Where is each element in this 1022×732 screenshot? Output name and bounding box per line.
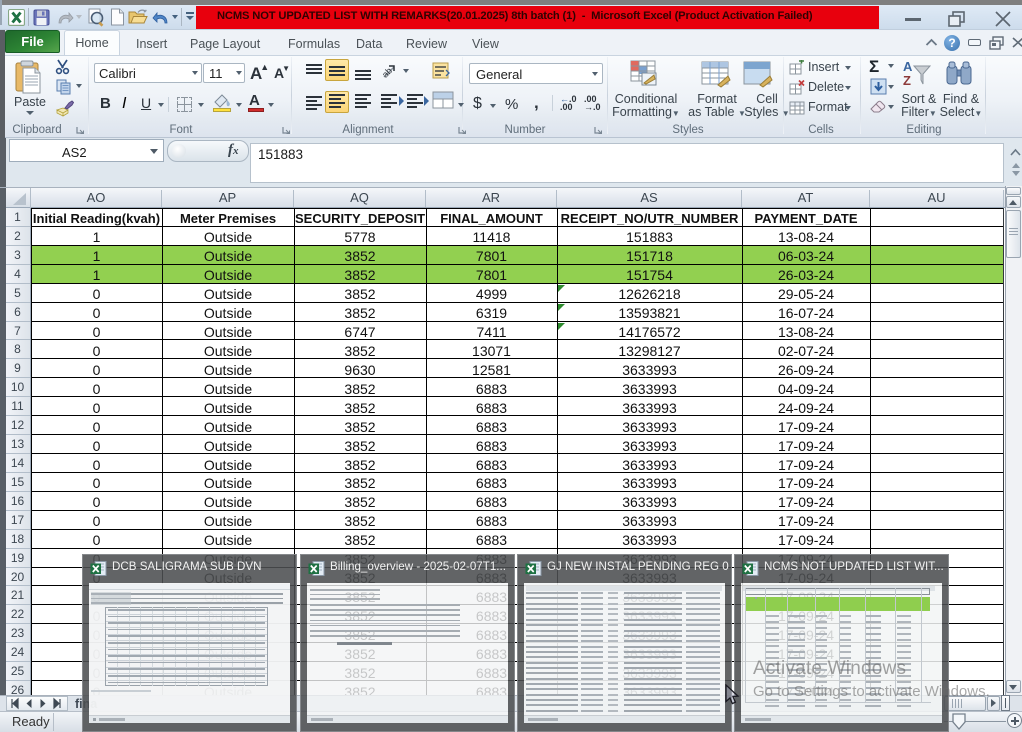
svg-text:Z: Z [903,73,911,88]
svg-text:ab: ab [381,66,394,80]
svg-text:A: A [903,59,913,74]
